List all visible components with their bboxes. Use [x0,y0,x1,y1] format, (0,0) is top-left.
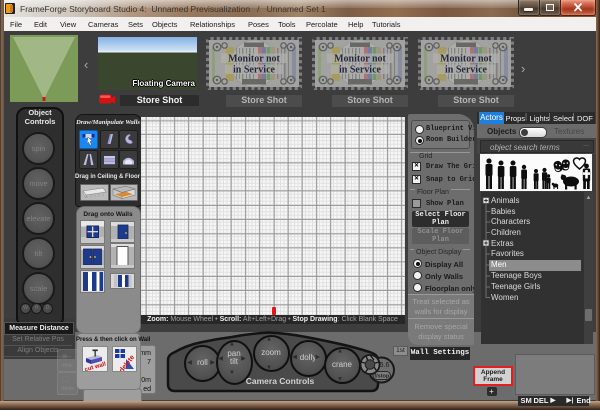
svg-text:▲: ▲ [229,342,235,348]
svg-text:▶: ▶ [241,356,246,362]
svg-text:f/stop: f/stop [374,374,390,380]
svg-text:◀: ◀ [218,356,223,362]
svg-text:◀: ◀ [187,360,192,366]
svg-text:◀: ◀ [292,355,297,361]
svg-text:▲: ▲ [266,337,272,343]
svg-text:5.6: 5.6 [380,362,390,369]
svg-text:▼: ▼ [266,365,272,371]
svg-text:▶: ▶ [315,355,320,361]
svg-text:▲: ▲ [337,349,343,355]
svg-text:cut wall: cut wall [84,361,107,371]
svg-text:▶: ▶ [210,360,215,366]
